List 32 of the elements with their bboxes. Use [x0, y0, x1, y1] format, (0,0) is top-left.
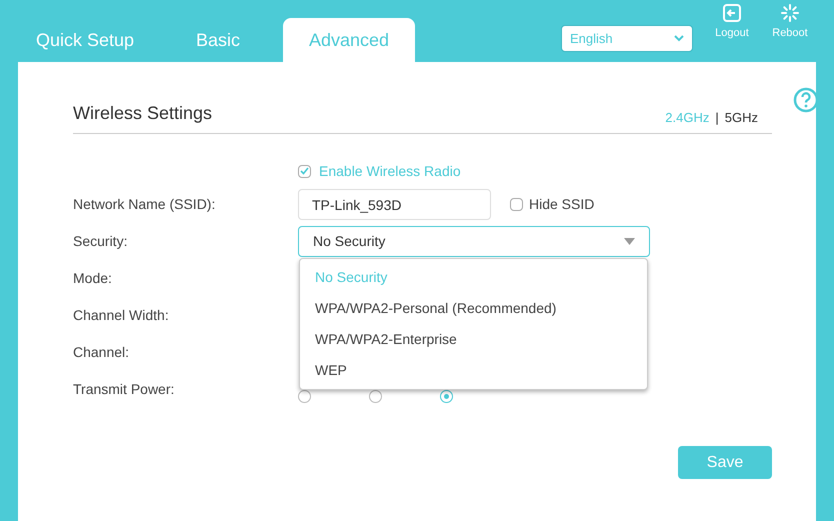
save-button[interactable]: Save — [678, 446, 772, 479]
field-label: Network Name (SSID): — [73, 195, 216, 214]
section-title: Wireless Settings — [73, 102, 212, 125]
caret-icon — [624, 238, 635, 245]
language-select[interactable]: English — [561, 25, 693, 52]
ssid-input[interactable]: TP-Link_593D — [298, 189, 491, 220]
security-select[interactable]: No Security — [298, 226, 650, 257]
checkbox[interactable] — [298, 164, 311, 178]
checkbox-label: Enable Wireless Radio — [319, 162, 461, 180]
dropdown-option[interactable]: WPA/WPA2-Personal (Recommended) — [300, 293, 647, 324]
dropdown-option[interactable]: No Security — [300, 262, 647, 293]
band-tab[interactable]: 5GHz — [724, 108, 758, 127]
tab[interactable]: Basic — [178, 18, 283, 62]
field-label: Mode: — [73, 269, 113, 288]
reboot-button[interactable]: Reboot — [768, 4, 812, 42]
checkbox-label: Hide SSID — [529, 195, 594, 214]
field-label: Channel Width: — [73, 306, 170, 325]
field-label: Transmit Power: — [73, 380, 176, 399]
field-label: Security: — [73, 232, 128, 251]
dropdown-option[interactable]: WPA/WPA2-Enterprise — [300, 324, 647, 355]
chevron-down-icon — [674, 35, 684, 42]
tab[interactable]: Quick Setup — [18, 18, 178, 62]
dropdown-option[interactable]: WEP — [300, 355, 647, 386]
help-icon[interactable] — [793, 87, 819, 113]
checkbox[interactable] — [510, 198, 523, 211]
tab[interactable]: Advanced — [283, 18, 415, 62]
field-label: Channel: — [73, 343, 130, 362]
spinner-icon — [781, 4, 799, 22]
band-tab[interactable]: 2.4GHz — [665, 108, 710, 127]
logout-icon — [723, 4, 741, 22]
separator: | — [715, 108, 719, 127]
logout-button[interactable]: Logout — [710, 4, 754, 42]
